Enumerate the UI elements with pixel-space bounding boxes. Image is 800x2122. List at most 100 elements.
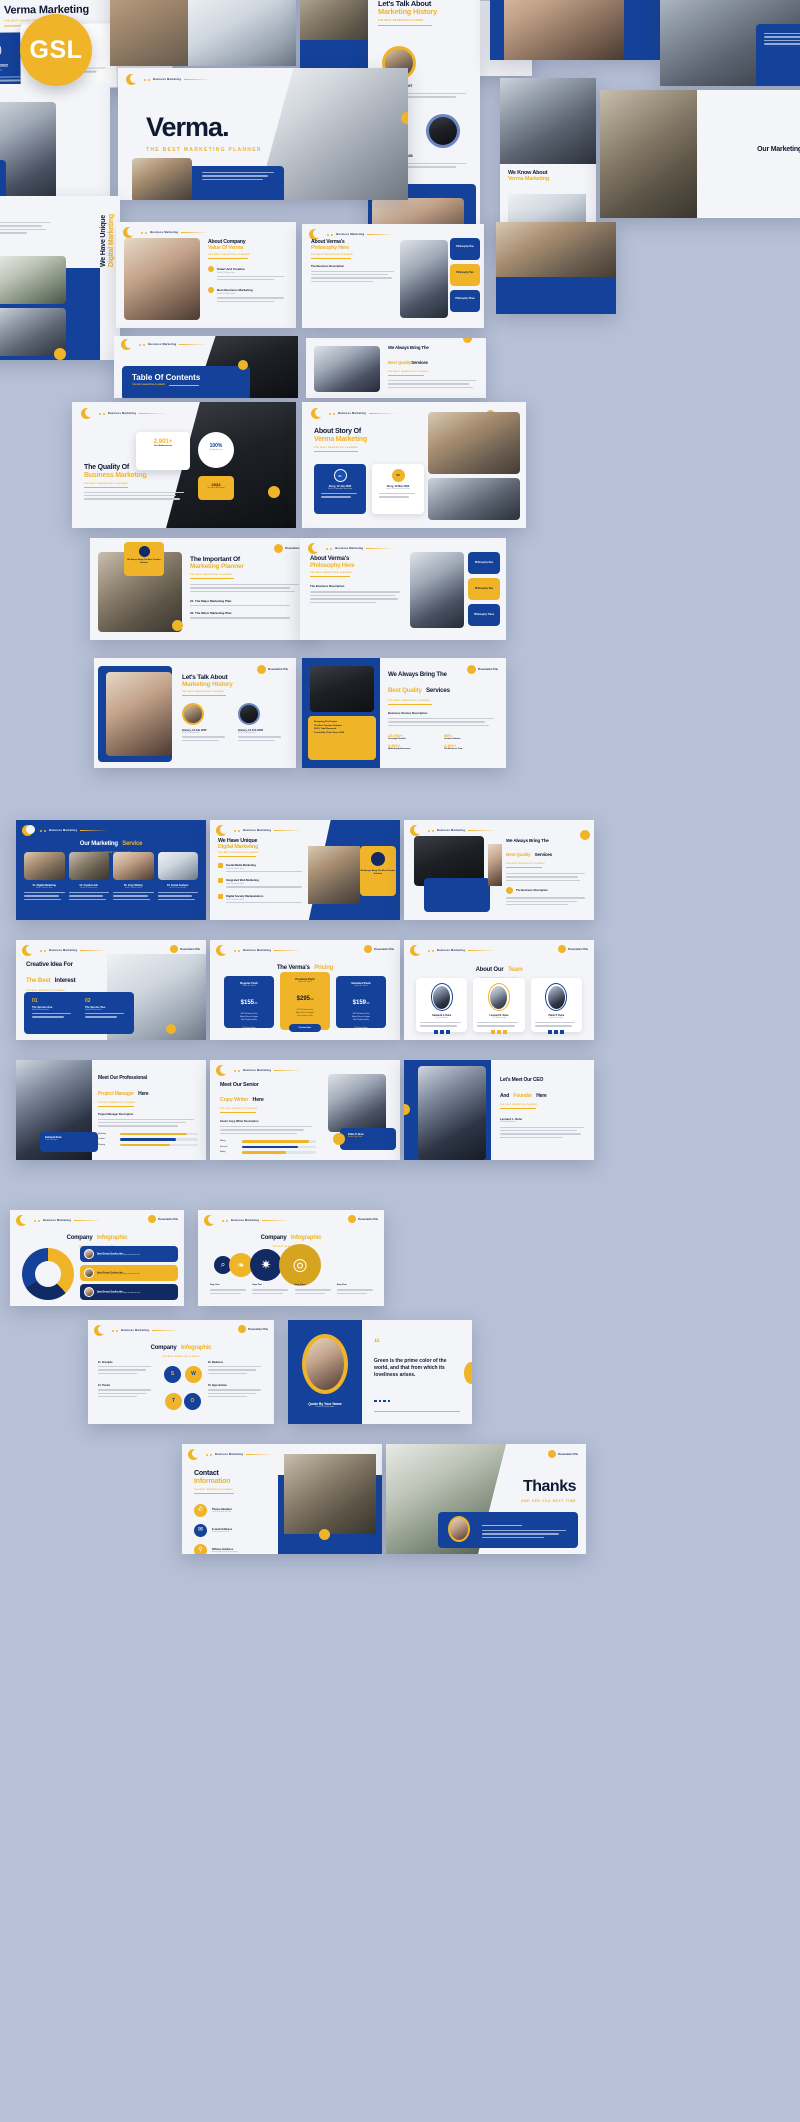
slide-marketing-history-main[interactable]: Presentation Title Let's Talk About Mark… xyxy=(94,658,296,768)
timeline-row[interactable]: Detail Project Timeline Here Aliquet nib… xyxy=(80,1265,178,1281)
unique-item-detail: Detail Of Service Here xyxy=(226,898,244,901)
slide-our-marketing-partial[interactable]: Our Marketing xyxy=(600,90,800,218)
quote-text: Green is the prime color of the world, a… xyxy=(374,1358,447,1378)
skill-label: Writing xyxy=(220,1140,226,1143)
slide-cover-verma[interactable]: Business Marketing Verma. THE BEST MARKE… xyxy=(118,68,408,200)
social-icon[interactable] xyxy=(445,1029,450,1034)
social-icon[interactable] xyxy=(496,1029,501,1034)
slide-infographic-donut[interactable]: Business Marketing Presentation Title Co… xyxy=(10,1210,184,1306)
creative-item-num: 01 xyxy=(32,998,38,1004)
qb-sub: THE BEST MARKETING PLANNER xyxy=(84,482,128,485)
social-icon[interactable] xyxy=(502,1029,507,1034)
planner-item: 02. The Minor Marketing Plan xyxy=(190,611,232,616)
team-member-card[interactable]: Leonard N. Dune CEO And Founder xyxy=(473,978,525,1034)
philosophy-card-label: Philosophy One xyxy=(474,561,494,564)
timeline-row[interactable]: Detail Project Timeline Here Aliquet nib… xyxy=(80,1246,178,1262)
quality-check: Trusted By Client Since 1998 xyxy=(314,731,344,734)
slide-about-company-value[interactable]: Business Marketing About Company Value O… xyxy=(116,222,296,328)
philosophy-card: Philosophy Two xyxy=(450,264,480,286)
slide-header-label: Business Marketing xyxy=(107,412,137,416)
pricing-card[interactable]: Regular Pack Update Per Month $155.00 24… xyxy=(224,976,274,1029)
team-member-card[interactable]: Samanta F. Dune Project Manager xyxy=(416,978,468,1034)
team-member-card[interactable]: Pablo P. Dune Senior Copy Writer xyxy=(530,978,582,1034)
skill-bar xyxy=(242,1151,287,1154)
slide-ceo-founder[interactable]: Let's Meet Our CEO And Founder Here THE … xyxy=(404,1060,594,1160)
slide-our-marketing-service[interactable]: Business Marketing Our Marketing Service… xyxy=(16,820,206,920)
slide-team-partial-topright[interactable] xyxy=(496,222,616,314)
pricing-card[interactable]: Standard Pack Update Per Month $159.00 2… xyxy=(336,976,386,1029)
slide-table-of-contents[interactable]: Business Marketing Table Of Contents THE… xyxy=(114,336,298,398)
plan-feature: Best Product Quality xyxy=(297,1015,313,1018)
plan-cta-button[interactable]: Purchase Now xyxy=(289,1023,321,1032)
service-col-detail: Detail Of Service Here xyxy=(80,887,98,889)
creative-item-detail: Detail Of Service Here xyxy=(85,1009,102,1011)
skill-label: Creative xyxy=(98,1138,105,1141)
slide-copy-writer[interactable]: Business Marketing Meet Our Senior Copy … xyxy=(210,1060,400,1160)
slide-infographic-swot[interactable]: Business Marketing Presentation Title Co… xyxy=(88,1320,274,1424)
cw-role: Senior Copy Writer xyxy=(348,1136,363,1138)
timeline-detail: Aliquet nibh sit amet praesent tristique… xyxy=(97,1292,140,1294)
slide-thanks[interactable]: Presentation Title Thanks AND SEE YOU NE… xyxy=(386,1444,586,1554)
slide-project-manager[interactable]: Meet Our Professional Project Manager He… xyxy=(16,1060,206,1160)
contact-row[interactable]: ✉ E-mail Address info@yourmail.com xyxy=(194,1523,280,1537)
quote-dot xyxy=(378,1399,381,1402)
slide-badge-label: Presentation Title xyxy=(267,667,288,671)
slide-contact-information[interactable]: Business Marketing Contact Information T… xyxy=(182,1444,382,1554)
social-icon[interactable] xyxy=(560,1029,565,1034)
social-icon[interactable] xyxy=(548,1029,553,1034)
story-title-2: Verma Marketing xyxy=(314,435,368,443)
bq-title-2: Best Quality xyxy=(506,852,531,858)
bq-desc-title: Business Service Description xyxy=(388,710,428,715)
gear-icon: ✷ xyxy=(250,1249,282,1281)
social-icon[interactable] xyxy=(490,1029,495,1034)
slide-quote[interactable]: Quote By Your Name Detail Of Quote Here … xyxy=(288,1320,472,1424)
story-num: 01 xyxy=(333,469,347,482)
slide-header-label: Business Marketing xyxy=(43,1219,72,1222)
slide-header-label: Business Marketing xyxy=(243,829,272,832)
contact-title-1: Contact xyxy=(194,1470,219,1477)
slide-best-quality-grid[interactable]: Business Marketing We Always Bring The B… xyxy=(404,820,594,920)
slide-unique-digital-left[interactable]: ★★★★★ We Have Unique Digital Marketing xyxy=(0,196,120,360)
contact-row[interactable]: ✆ Phone Number +000 000 000 00 000 xyxy=(194,1503,280,1517)
contact-value: +000 000 000 00 000 xyxy=(212,1511,231,1514)
timeline-row[interactable]: Detail Project Timeline Here Aliquet nib… xyxy=(80,1284,178,1300)
slide-pricing[interactable]: Business Marketing Presentation Title Th… xyxy=(210,940,400,1040)
plan-cta-button[interactable]: Purchase Now xyxy=(340,1027,382,1029)
step-label: Step Four xyxy=(336,1284,347,1287)
slide-photo-team-top[interactable] xyxy=(110,0,296,66)
slide-important-marketing-planner[interactable]: Presentation Title We Always Bring The B… xyxy=(90,538,314,640)
slide-unique-digital-marketing[interactable]: Business Marketing We Have Unique Digita… xyxy=(210,820,400,920)
slide-best-marketing-card[interactable]: er ere The Best Marketing Detail Of Valu… xyxy=(0,84,110,210)
slide-best-creative-solution[interactable]: We Always Bring The Best Creative Soluti… xyxy=(490,0,660,60)
slide-philosophy-top[interactable]: Business Marketing About Verma's Philoso… xyxy=(302,224,484,328)
slide-infographic-steps[interactable]: Business Marketing Presentation Title Co… xyxy=(198,1210,384,1306)
know-title-2: Verma Marketing xyxy=(508,176,550,183)
slide-meeting-partial-topright[interactable] xyxy=(660,0,800,86)
info-title-1: Company xyxy=(150,1345,177,1351)
qb-title-2: Business Marketing xyxy=(84,471,147,479)
plan-cents: .00 xyxy=(254,1002,258,1005)
slide-philosophy-main[interactable]: Business Marketing About Verma's Philoso… xyxy=(300,538,506,640)
slide-about-story-verma[interactable]: Business Marketing Presentation Title Ab… xyxy=(302,402,526,528)
contact-row[interactable]: ⚲ Offices Address Everyroad 000, Everycou… xyxy=(194,1543,280,1554)
info-title-2: Infographic xyxy=(290,1235,322,1241)
member-role: Senior Copy Writer xyxy=(549,1017,564,1019)
slide-best-quality-top[interactable]: We Always Bring The Best QualityServices… xyxy=(306,338,486,398)
bq-stat-label: Coverage Portfolio xyxy=(388,738,406,741)
slide-best-quality-services-main[interactable]: Presentation Title Designing The Project… xyxy=(302,658,506,768)
philosophy-title-1: About Verma's xyxy=(310,556,350,562)
slide-creative-idea[interactable]: Business Marketing Presentation Title Cr… xyxy=(16,940,206,1040)
slide-about-our-team[interactable]: Business Marketing Presentation Title Ab… xyxy=(404,940,594,1040)
slide-badge-label: Presentation Title xyxy=(567,947,588,951)
slide-header-label: Business Marketing xyxy=(437,829,466,832)
slide-quality-business-marketing[interactable]: Business Marketing Presentation Title 2,… xyxy=(72,402,296,528)
slide-header-label: Business Marketing xyxy=(150,231,179,235)
plan-feature: Best Product Quality xyxy=(353,1019,369,1022)
bq-sub: THE BEST MARKETING PLANNER xyxy=(388,370,429,373)
unique-title-2: Digital Marketing xyxy=(218,844,259,851)
social-icon[interactable] xyxy=(433,1029,438,1034)
social-icon[interactable] xyxy=(439,1029,444,1034)
pricing-card[interactable]: Premium Pack Update Per Month $295.00 24… xyxy=(280,972,330,1032)
social-icon[interactable] xyxy=(554,1029,559,1034)
plan-cta-button[interactable]: Purchase Now xyxy=(228,1027,270,1029)
